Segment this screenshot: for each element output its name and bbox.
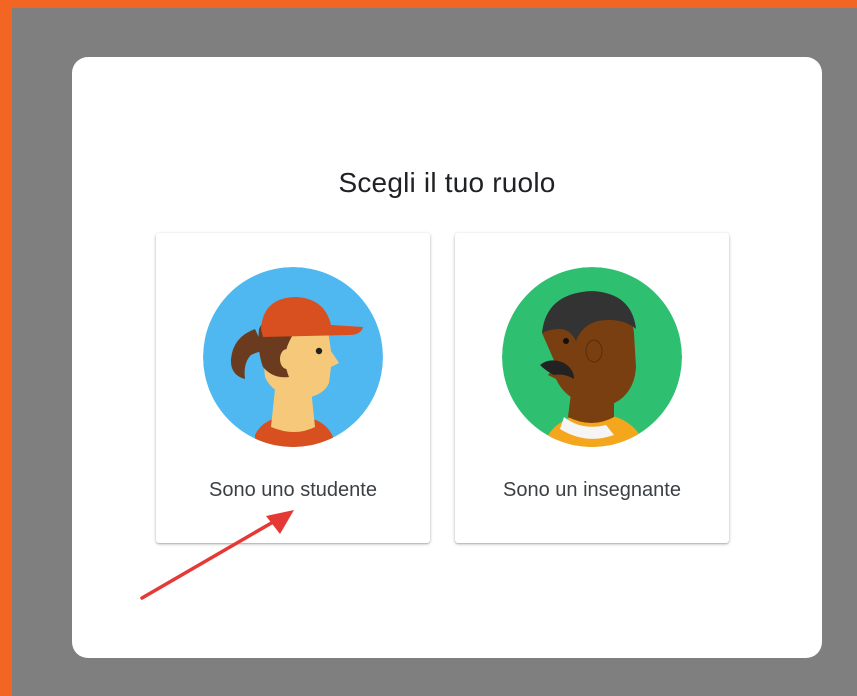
teacher-avatar-icon: [502, 267, 682, 447]
student-role-card[interactable]: Sono uno studente: [156, 233, 430, 543]
dialog-title: Scegli il tuo ruolo: [338, 167, 556, 198]
student-role-label: Sono uno studente: [209, 479, 377, 501]
student-avatar-icon: [203, 267, 383, 447]
teacher-role-card[interactable]: Sono un insegnante: [455, 233, 729, 543]
red-arrow-icon: [140, 510, 294, 600]
teacher-role-label: Sono un insegnante: [503, 479, 681, 501]
